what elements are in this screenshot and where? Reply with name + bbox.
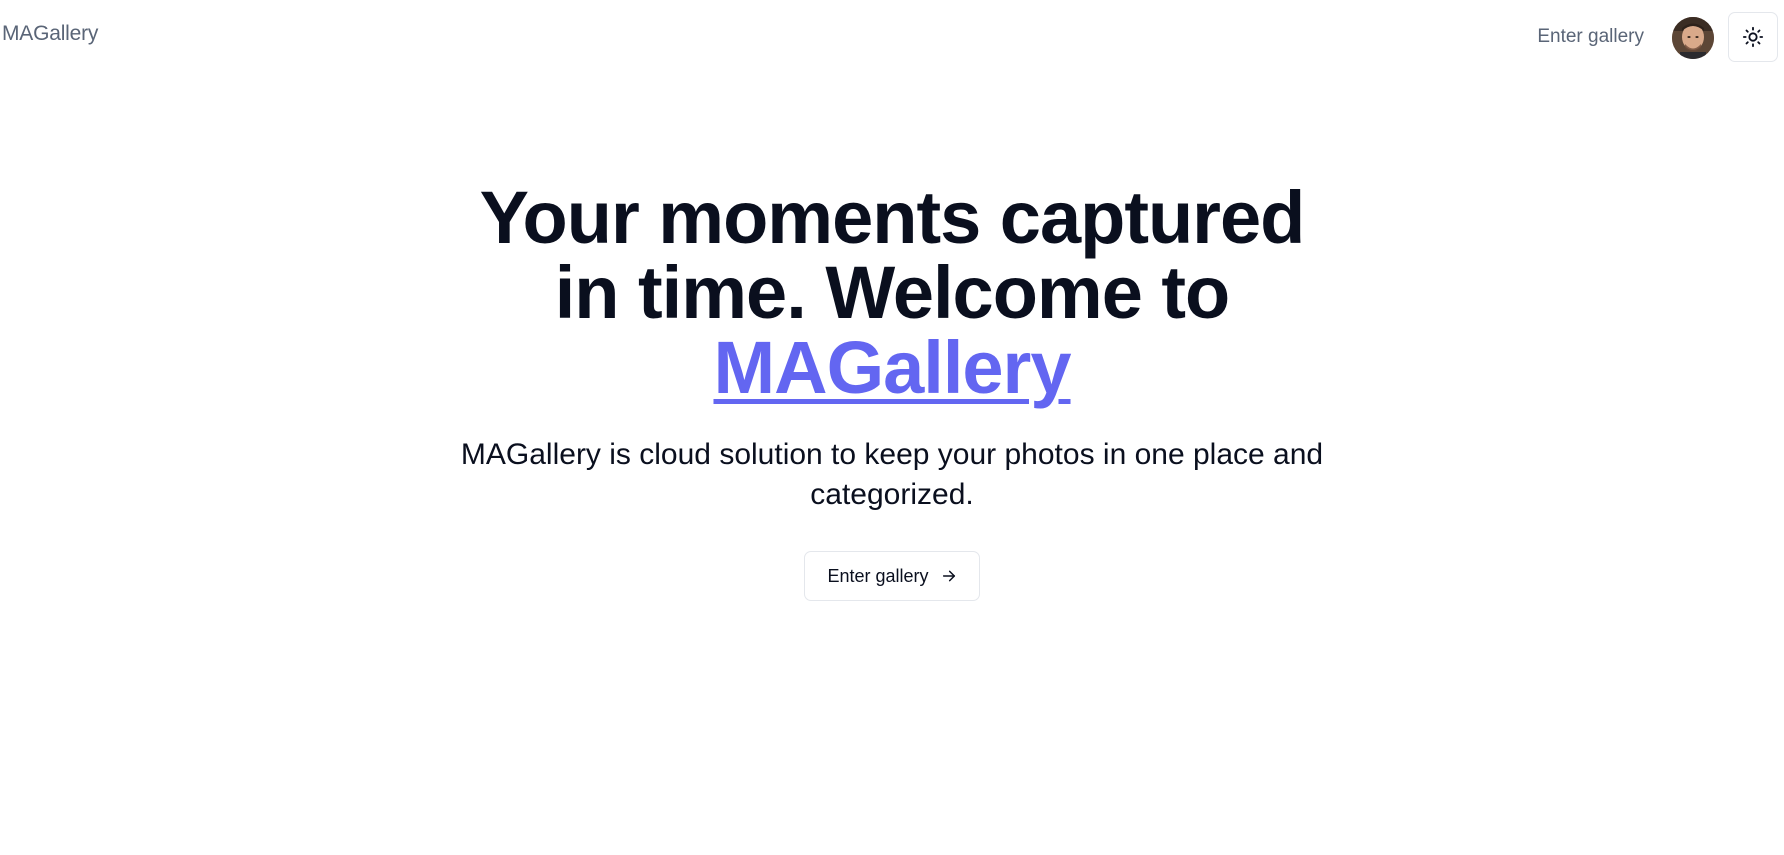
hero-section: Your moments captured in time. Welcome t… — [0, 180, 1784, 601]
cta-wrapper: Enter gallery — [0, 515, 1784, 601]
hero-headline-accent: MAGallery — [713, 326, 1071, 409]
landing-page: MAGallery Enter gallery Your moments cap… — [0, 0, 1784, 855]
brand-logo-link[interactable]: MAGallery — [2, 22, 98, 46]
hero-headline: Your moments captured in time. Welcome t… — [442, 180, 1342, 405]
avatar[interactable] — [1672, 17, 1714, 59]
enter-gallery-button-label: Enter gallery — [827, 565, 929, 586]
top-navbar: MAGallery Enter gallery — [0, 0, 1784, 76]
avatar-image — [1672, 17, 1714, 59]
sun-icon — [1742, 26, 1764, 48]
enter-gallery-button[interactable]: Enter gallery — [804, 551, 980, 601]
arrow-right-icon — [942, 570, 955, 582]
hero-subtitle: MAGallery is cloud solution to keep your… — [460, 438, 1324, 511]
hero-headline-text: Your moments captured in time. Welcome t… — [479, 176, 1306, 334]
enter-gallery-nav-link[interactable]: Enter gallery — [1537, 26, 1644, 48]
theme-toggle-button[interactable] — [1728, 12, 1778, 62]
